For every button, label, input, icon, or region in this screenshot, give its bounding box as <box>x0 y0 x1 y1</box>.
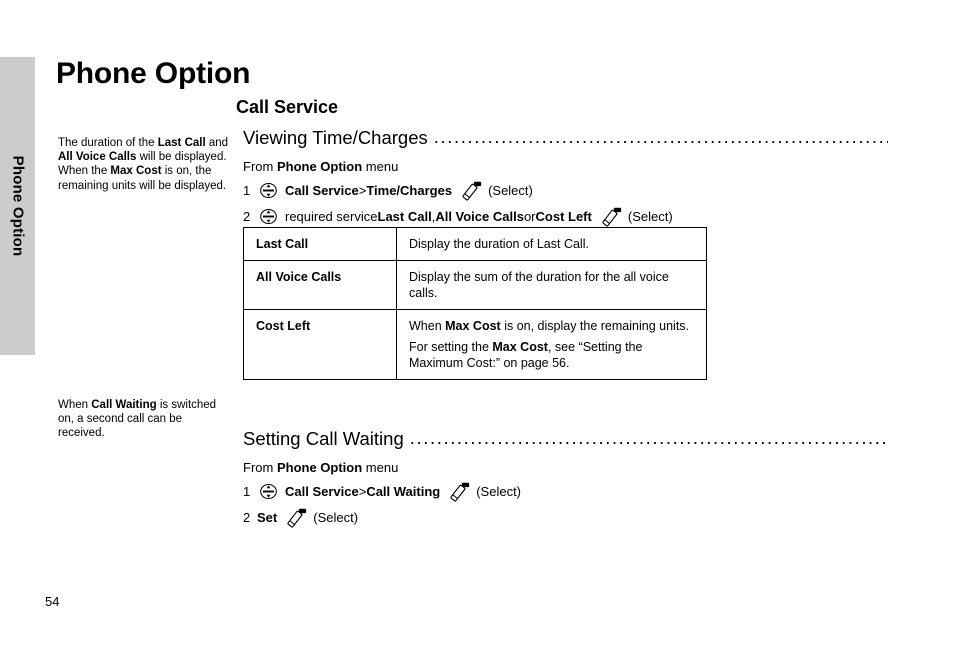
step-text-part-0: Call Service <box>285 182 359 198</box>
nav-key-icon <box>259 181 278 200</box>
description-paragraph-0: When Max Cost is on, display the remaini… <box>409 318 696 334</box>
step-number: 1 <box>243 182 251 198</box>
chapter-thumb-tab: Phone Option <box>0 57 35 355</box>
step-text-part-4: or <box>523 208 536 224</box>
nav-key-icon <box>259 207 278 226</box>
table-body: Last Call Display the duration of Last Ca… <box>243 227 707 380</box>
duration-note-part-1: Last Call <box>157 137 206 149</box>
description-part-0: Display the duration of Last Call. <box>409 237 589 251</box>
select-softkey-icon <box>448 482 471 503</box>
step-number: 2 <box>243 509 251 525</box>
step-text-part-0: Set <box>257 509 278 525</box>
table-cell-description: Display the duration of Last Call. <box>396 227 707 261</box>
call-service-options-table: Last Call Display the duration of Last Ca… <box>243 227 707 380</box>
step-action-label: (Select) <box>476 483 522 499</box>
from-menu-name: Phone Option <box>276 460 363 475</box>
duration-note-part-2: and <box>205 137 229 149</box>
description-part-1: Max Cost <box>445 319 501 333</box>
select-softkey-icon <box>460 181 483 202</box>
step-body: Set (Select) <box>257 507 358 528</box>
select-softkey-icon <box>600 207 623 228</box>
duration-note-part-5: Max Cost <box>110 165 162 178</box>
step-action-label: (Select) <box>488 182 533 198</box>
duration-note-part-3: All Voice Calls <box>58 151 137 164</box>
step-text-part-1: Last Call <box>377 208 432 224</box>
step-text-part-1: > <box>358 483 367 499</box>
section-heading-text: Viewing Time/Charges <box>243 127 428 148</box>
section-heading-dot-leader: ........................................… <box>409 427 888 448</box>
table-cell-description: Display the sum of the duration for the … <box>396 260 707 310</box>
table-cell-term: All Voice Calls <box>243 260 397 310</box>
step-action-label: (Select) <box>627 208 673 224</box>
step-number: 1 <box>243 483 251 499</box>
margin-note-duration: The duration of the Last Call and All Vo… <box>58 136 230 193</box>
from-menu-line: From Phone Option menu <box>243 158 888 175</box>
table-row: All Voice Calls Display the sum of the du… <box>243 260 707 310</box>
section-heading-dot-leader: ........................................… <box>433 126 888 147</box>
description-part-2: is on, display the remaining units. <box>500 319 690 333</box>
description-part-0: For setting the <box>409 340 493 354</box>
step-text-part-3: All Voice Calls <box>435 208 524 224</box>
description-part-0: When <box>409 319 446 333</box>
instruction-step: 1 Call Service > Time/Charges (Select) <box>243 180 888 201</box>
call-waiting-note-part-0: When <box>58 399 92 411</box>
from-menu-suffix: menu <box>362 460 399 475</box>
table-cell-term: Last Call <box>243 227 397 261</box>
from-menu-line: From Phone Option menu <box>243 459 888 476</box>
section-viewing-time-charges: Viewing Time/Charges....................… <box>243 126 888 227</box>
table-row: Cost Left When Max Cost is on, display th… <box>243 309 707 380</box>
from-menu-name: Phone Option <box>276 159 363 174</box>
page-number: 54 <box>45 594 60 609</box>
step-body: Call Service > Time/Charges (Select) <box>257 180 533 201</box>
nav-key-icon <box>259 482 278 501</box>
duration-note-part-0: The duration of the <box>58 137 158 149</box>
description-paragraph-0: Display the duration of Last Call. <box>409 236 696 252</box>
description-part-0: Display the sum of the duration for the … <box>409 270 669 300</box>
step-text-part-0: required service <box>285 208 378 224</box>
step-text-part-2: Time/Charges <box>366 182 453 198</box>
table-cell-description: When Max Cost is on, display the remaini… <box>396 309 707 380</box>
chapter-thumb-tab-label: Phone Option <box>9 155 26 257</box>
from-menu-prefix: From <box>243 159 277 174</box>
from-menu-suffix: menu <box>362 159 399 174</box>
step-text-part-5: Cost Left <box>535 208 592 224</box>
chapter-heading: Call Service <box>236 97 339 117</box>
table-cell-term: Cost Left <box>243 309 397 380</box>
instruction-step: 2 required service Last Call, All Voice C… <box>243 206 888 227</box>
step-text-part-1: > <box>358 182 367 198</box>
section-heading-text: Setting Call Waiting <box>243 428 404 449</box>
step-number: 2 <box>243 208 251 224</box>
call-waiting-note-part-1: Call Waiting <box>91 399 157 411</box>
from-menu-prefix: From <box>243 460 277 475</box>
instruction-step: 1 Call Service > Call Waiting (Select) <box>243 481 888 502</box>
step-text-part-2: Call Waiting <box>366 483 441 499</box>
step-body: Call Service > Call Waiting (Select) <box>257 481 521 502</box>
step-text-part-0: Call Service <box>285 483 359 499</box>
step-body: required service Last Call, All Voice Ca… <box>257 206 673 227</box>
section-heading: Setting Call Waiting....................… <box>243 427 888 451</box>
description-part-1: Max Cost <box>492 340 548 354</box>
select-softkey-icon <box>285 508 308 529</box>
margin-note-call-waiting: When Call Waiting is switched on, a seco… <box>58 398 230 441</box>
instruction-step: 2 Set (Select) <box>243 507 888 528</box>
table-row: Last Call Display the duration of Last Ca… <box>243 227 707 261</box>
page-title: Phone Option <box>56 57 251 90</box>
description-paragraph-1: For setting the Max Cost, see “Setting t… <box>409 339 696 371</box>
description-paragraph-0: Display the sum of the duration for the … <box>409 269 696 301</box>
section-heading: Viewing Time/Charges....................… <box>243 126 888 150</box>
step-action-label: (Select) <box>313 509 359 525</box>
section-setting-call-waiting: Setting Call Waiting....................… <box>243 427 888 528</box>
